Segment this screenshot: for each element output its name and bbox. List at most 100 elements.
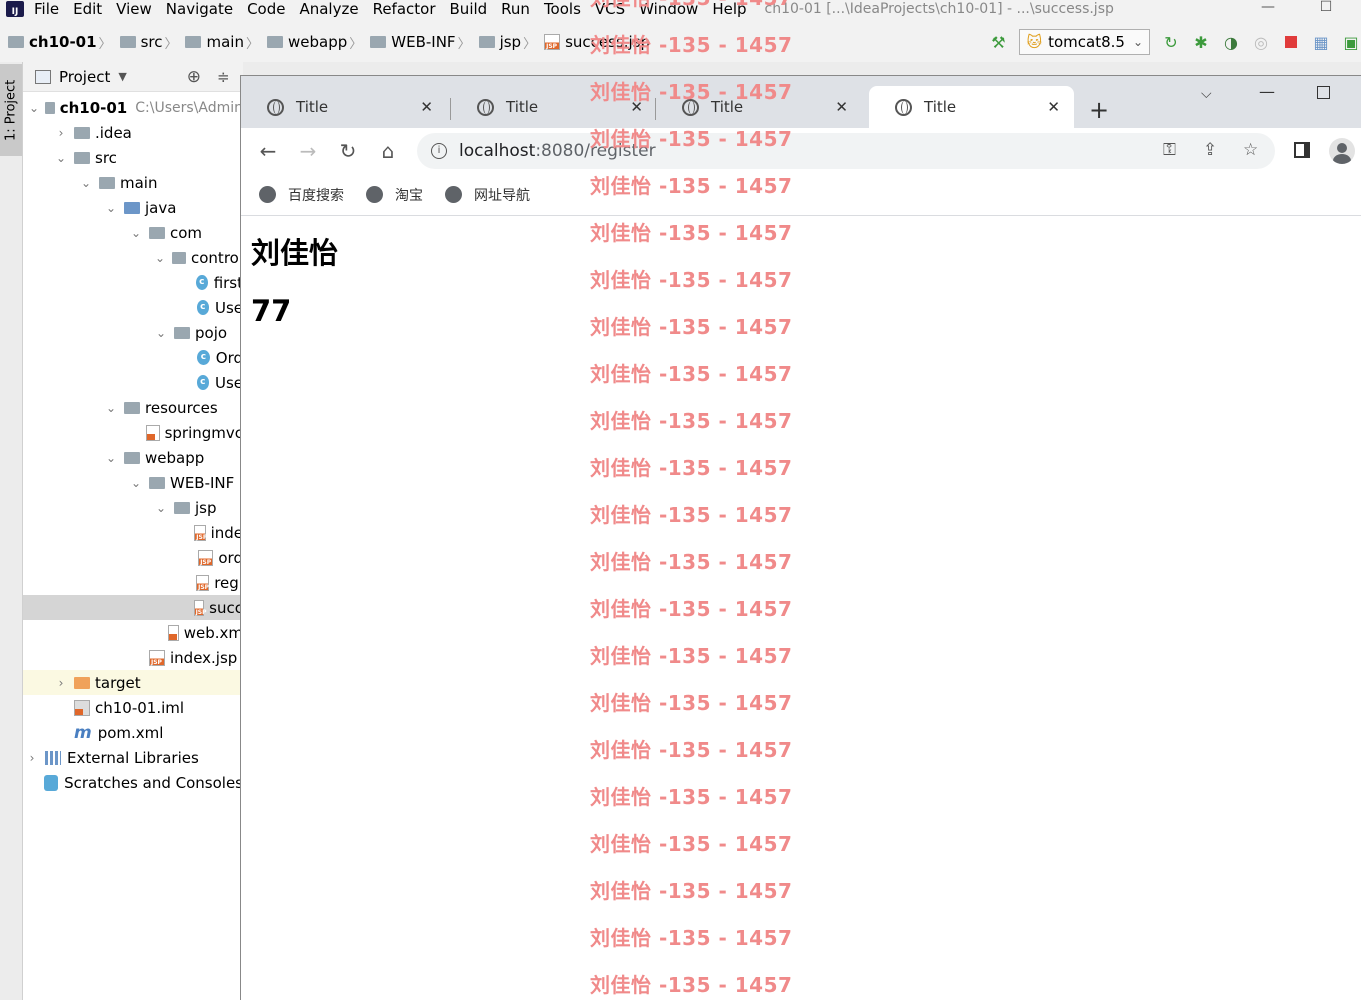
share-icon[interactable]: ⇪: [1203, 140, 1217, 160]
vcs-update-icon[interactable]: ▣: [1341, 32, 1361, 52]
project-panel-title[interactable]: Project: [59, 68, 110, 86]
chevron-right-icon[interactable]: ›: [54, 676, 68, 690]
menu-navigate[interactable]: Navigate: [166, 2, 233, 17]
tree-root-row[interactable]: ⌄ ch10-01 C:\Users\Admin: [23, 95, 243, 120]
close-icon[interactable]: ✕: [835, 98, 848, 116]
menu-run[interactable]: Run: [501, 2, 530, 17]
chevron-right-icon[interactable]: ›: [25, 751, 39, 765]
tree-item[interactable]: ord: [23, 545, 243, 570]
profile-avatar-icon[interactable]: [1329, 138, 1355, 164]
tree-item[interactable]: inde: [23, 520, 243, 545]
tree-item[interactable]: ⌄ control: [23, 245, 243, 270]
locate-crosshair-icon[interactable]: ⊕: [187, 67, 201, 87]
build-hammer-icon[interactable]: ⚒: [988, 32, 1008, 52]
browser-minimize-icon[interactable]: —: [1259, 82, 1275, 101]
tree-item[interactable]: succ: [23, 595, 243, 620]
menu-view[interactable]: View: [116, 2, 152, 17]
tree-item[interactable]: ⌄ pojo: [23, 320, 243, 345]
browser-tab[interactable]: Title ✕: [241, 86, 447, 128]
chevron-down-icon[interactable]: ⌄: [154, 251, 166, 265]
bookmark-star-icon[interactable]: ☆: [1243, 140, 1258, 160]
chevron-down-icon[interactable]: ⌄: [79, 176, 93, 190]
close-icon[interactable]: ✕: [420, 98, 433, 116]
tree-item[interactable]: c first: [23, 270, 243, 295]
rerun-icon[interactable]: ↻: [1161, 32, 1181, 52]
tree-item[interactable]: ⌄ com: [23, 220, 243, 245]
menu-vcs[interactable]: VCS: [595, 2, 625, 17]
collapse-all-icon[interactable]: ≑: [217, 68, 230, 86]
tree-item[interactable]: ⌄ jsp: [23, 495, 243, 520]
chevron-down-icon[interactable]: ⌄: [104, 401, 118, 415]
tree-item[interactable]: c Ord: [23, 345, 243, 370]
reload-icon[interactable]: ↻: [337, 139, 359, 163]
chevron-down-icon[interactable]: ⌄: [129, 476, 143, 490]
profiler-icon[interactable]: ◎: [1251, 32, 1271, 52]
breadcrumb-item[interactable]: jsp 〉: [478, 33, 541, 52]
tree-item[interactable]: c Use: [23, 370, 243, 395]
site-info-icon[interactable]: i: [431, 143, 447, 159]
tree-item[interactable]: ⌄ WEB-INF: [23, 470, 243, 495]
tree-item[interactable]: › External Libraries: [23, 745, 243, 770]
menu-refactor[interactable]: Refactor: [373, 2, 436, 17]
tree-item[interactable]: ⌄ java: [23, 195, 243, 220]
chevron-down-icon[interactable]: ⌄: [154, 501, 168, 515]
ide-maximize-icon[interactable]: ☐: [1316, 0, 1336, 16]
tree-item[interactable]: › target: [23, 670, 243, 695]
menu-window[interactable]: Window: [639, 2, 698, 17]
tree-item[interactable]: ⌄ resources: [23, 395, 243, 420]
close-icon[interactable]: ✕: [630, 98, 643, 116]
ide-minimize-icon[interactable]: —: [1258, 0, 1278, 16]
chevron-down-icon[interactable]: ▼: [118, 70, 126, 83]
breadcrumb-item[interactable]: webapp 〉: [266, 33, 366, 52]
tree-item[interactable]: c Use: [23, 295, 243, 320]
close-icon[interactable]: ✕: [1047, 98, 1060, 116]
tree-item[interactable]: web.xm: [23, 620, 243, 645]
menu-edit[interactable]: Edit: [73, 2, 102, 17]
menu-code[interactable]: Code: [247, 2, 285, 17]
breadcrumb-item[interactable]: ch10-01 〉: [8, 33, 116, 52]
address-bar[interactable]: i localhost:8080/register ⚿ ⇪ ☆: [417, 133, 1275, 169]
browser-maximize-icon[interactable]: [1317, 86, 1330, 99]
bookmark-item[interactable]: 网址导航: [445, 185, 530, 205]
breadcrumb-item[interactable]: WEB-INF 〉: [370, 33, 474, 52]
back-arrow-icon[interactable]: ←: [257, 139, 279, 163]
menu-tools[interactable]: Tools: [544, 2, 581, 17]
breadcrumb-item[interactable]: src 〉: [119, 33, 182, 52]
tree-item[interactable]: ⌄ src: [23, 145, 243, 170]
chevron-right-icon[interactable]: ›: [54, 126, 68, 140]
bookmark-item[interactable]: 淘宝: [366, 185, 423, 205]
bookmark-item[interactable]: 百度搜索: [259, 185, 344, 205]
browser-tab[interactable]: Title ✕: [656, 86, 862, 128]
menu-file[interactable]: File: [34, 2, 59, 17]
tree-item[interactable]: index.jsp: [23, 645, 243, 670]
chevron-down-icon[interactable]: ⌄: [29, 101, 39, 115]
tree-item[interactable]: ch10-01.iml: [23, 695, 243, 720]
tree-item[interactable]: ⌄ main: [23, 170, 243, 195]
run-config-select[interactable]: 🐱 tomcat8.5 ⌄: [1019, 29, 1150, 55]
debug-bug-icon[interactable]: ✱: [1191, 32, 1211, 52]
menu-analyze[interactable]: Analyze: [299, 2, 358, 17]
tree-item[interactable]: Scratches and Consoles: [23, 770, 243, 795]
tree-item[interactable]: › .idea: [23, 120, 243, 145]
side-panel-icon[interactable]: [1294, 142, 1310, 158]
breadcrumb-item[interactable]: success.jsp: [544, 33, 650, 52]
tree-item[interactable]: ⌄ webapp: [23, 445, 243, 470]
new-tab-button[interactable]: +: [1089, 96, 1109, 124]
home-icon[interactable]: ⌂: [377, 139, 399, 163]
project-structure-icon[interactable]: ▦: [1311, 32, 1331, 52]
breadcrumb-item[interactable]: main 〉: [185, 33, 263, 52]
chevron-down-icon[interactable]: ⌄: [154, 326, 168, 340]
browser-tab[interactable]: Title ✕: [451, 86, 657, 128]
key-icon[interactable]: ⚿: [1163, 140, 1176, 160]
tab-search-chevron-icon[interactable]: ⌵: [1201, 86, 1212, 102]
browser-tab[interactable]: Title ✕: [869, 86, 1074, 128]
chevron-down-icon[interactable]: ⌄: [129, 226, 143, 240]
coverage-icon[interactable]: ◑: [1221, 32, 1241, 52]
chevron-down-icon[interactable]: ⌄: [104, 451, 118, 465]
chevron-down-icon[interactable]: ⌄: [104, 201, 118, 215]
project-tool-tab[interactable]: 1: Project: [0, 64, 22, 156]
menu-help[interactable]: Help: [712, 2, 746, 17]
stop-icon[interactable]: [1281, 32, 1301, 52]
tree-item[interactable]: springmvc: [23, 420, 243, 445]
forward-arrow-icon[interactable]: →: [297, 139, 319, 163]
